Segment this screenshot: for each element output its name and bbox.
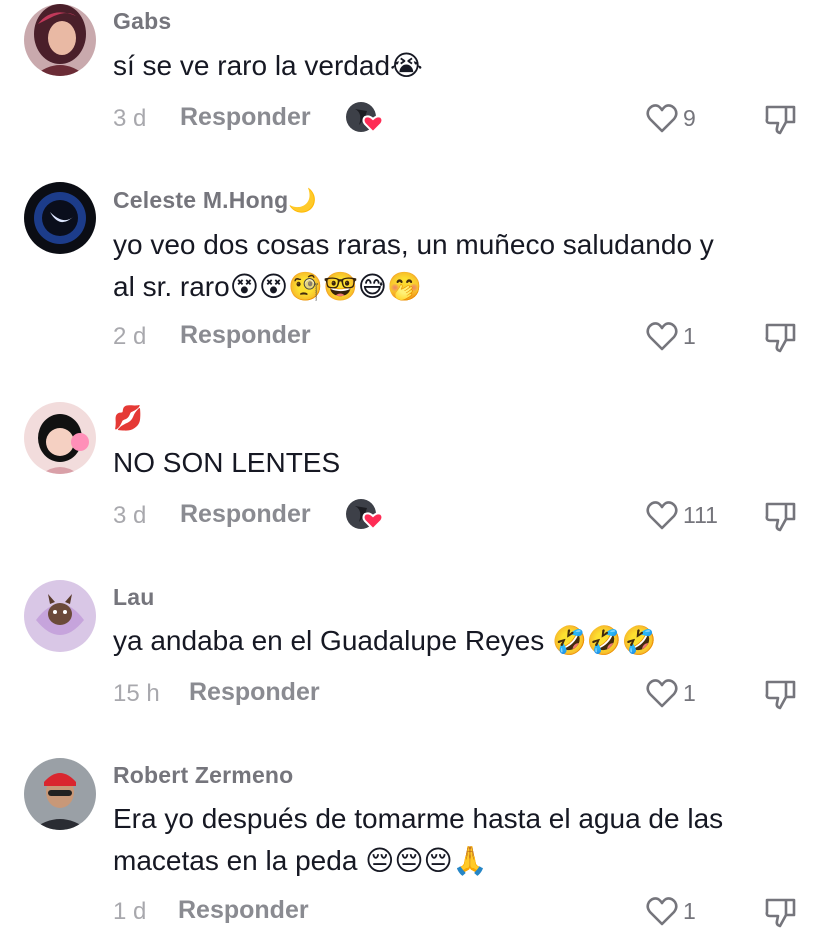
comment-item: 💋 NO SON LENTES 3 d Responder 111	[0, 398, 828, 558]
like-button[interactable]: 1	[645, 319, 696, 353]
username[interactable]: Lau	[113, 584, 155, 611]
like-button[interactable]: 1	[645, 894, 696, 928]
reply-button[interactable]: Responder	[178, 896, 309, 925]
comment-item: Lau ya andaba en el Guadalupe Reyes 🤣🤣🤣 …	[0, 576, 828, 736]
reply-button[interactable]: Responder	[180, 321, 311, 350]
comment-time: 15 h	[113, 680, 160, 707]
username[interactable]: Celeste M.Hong🌙	[113, 187, 317, 214]
reply-button[interactable]: Responder	[180, 500, 311, 529]
thumbs-down-icon	[765, 680, 796, 710]
reply-button[interactable]: Responder	[180, 103, 311, 132]
like-count: 9	[683, 104, 696, 131]
thumbs-down-icon	[765, 323, 796, 353]
comment-text: sí se ve raro la verdad😭	[113, 50, 423, 81]
heart-outline-icon	[646, 679, 678, 708]
username[interactable]: Robert Zermeno	[113, 762, 293, 789]
like-button[interactable]: 1	[645, 676, 696, 710]
dislike-button[interactable]	[764, 677, 798, 711]
reply-button[interactable]: Responder	[189, 678, 320, 707]
avatar[interactable]	[24, 758, 96, 830]
heart-outline-icon	[646, 322, 678, 351]
comment-time: 3 d	[113, 105, 147, 132]
thumbs-down-icon	[765, 502, 796, 532]
comment-text: ya andaba en el Guadalupe Reyes 🤣🤣🤣	[113, 625, 657, 656]
dislike-button[interactable]	[764, 320, 798, 354]
creator-liked-icon	[345, 101, 385, 135]
comment-text: NO SON LENTES	[113, 447, 341, 478]
thumbs-down-icon	[765, 898, 796, 928]
comment-time: 2 d	[113, 323, 147, 350]
like-button[interactable]: 9	[645, 101, 696, 135]
like-button[interactable]: 111	[645, 498, 718, 532]
username[interactable]: Gabs	[113, 8, 171, 35]
comment-item: Robert Zermeno Era yo después de tomarme…	[0, 754, 828, 933]
like-count: 1	[683, 897, 696, 924]
like-count: 1	[683, 322, 696, 349]
avatar[interactable]	[24, 402, 96, 474]
avatar[interactable]	[24, 182, 96, 254]
dislike-button[interactable]	[764, 895, 798, 929]
like-count: 111	[683, 501, 718, 528]
comment-item: Gabs sí se ve raro la verdad😭 3 d Respon…	[0, 0, 828, 160]
comment-item: Celeste M.Hong🌙 yo veo dos cosas raras, …	[0, 178, 828, 378]
avatar[interactable]	[24, 4, 96, 76]
heart-outline-icon	[646, 104, 678, 133]
dislike-button[interactable]	[764, 499, 798, 533]
like-count: 1	[683, 679, 696, 706]
heart-outline-icon	[646, 897, 678, 926]
username[interactable]: 💋	[113, 404, 143, 433]
comment-time: 3 d	[113, 502, 147, 529]
dislike-button[interactable]	[764, 102, 798, 136]
comment-text: yo veo dos cosas raras, un muñeco saluda…	[113, 229, 714, 302]
heart-outline-icon	[646, 501, 678, 530]
comment-time: 1 d	[113, 898, 147, 925]
comment-text: Era yo después de tomarme hasta el agua …	[113, 803, 724, 876]
avatar[interactable]	[24, 580, 96, 652]
thumbs-down-icon	[765, 105, 796, 135]
creator-liked-icon	[345, 498, 385, 532]
